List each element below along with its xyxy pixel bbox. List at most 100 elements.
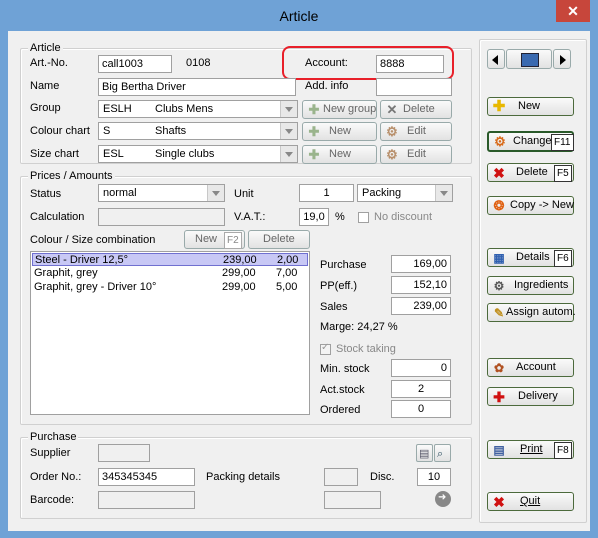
art-no-field[interactable]: call1003 [98, 55, 172, 73]
supplier-field[interactable] [98, 444, 150, 462]
gear-icon: ⚙ [386, 124, 398, 139]
list-item[interactable]: Steel - Driver 12,5° 239,00 2,00 [32, 253, 308, 266]
arrow-left-icon [492, 55, 498, 65]
marge-text: Marge: 24,27 % [320, 321, 398, 333]
copy-new-button[interactable]: ❂ Copy -> New [487, 196, 574, 215]
change-button[interactable]: ⚙ Change F11 [487, 131, 574, 152]
sales-label: Sales [320, 301, 348, 313]
chevron-down-icon[interactable] [207, 185, 224, 201]
supplier-print-button[interactable]: ▤ [416, 444, 433, 462]
calculation-field[interactable] [98, 208, 225, 226]
group-code: ESLH [103, 103, 132, 115]
edit-size-button[interactable]: ⚙ Edit [380, 145, 452, 164]
details-button-label: Details [516, 251, 550, 263]
x-icon: ✕ [386, 102, 398, 117]
ordered-field[interactable]: 0 [391, 400, 451, 418]
combination-new-button[interactable]: New F2 [184, 230, 245, 249]
row-name: Steel - Driver 12,5° [35, 254, 129, 266]
supplier-search-button[interactable]: ⌕ [434, 444, 451, 462]
chevron-down-icon[interactable] [280, 123, 297, 139]
ingredients-button-label: Ingredients [514, 279, 569, 291]
no-discount-checkbox[interactable] [358, 212, 369, 223]
order-no-label: Order No.: [30, 471, 82, 483]
chevron-down-icon[interactable] [280, 101, 297, 117]
edit-colour-button[interactable]: ⚙ Edit [380, 122, 452, 141]
row-qty: 5,00 [276, 281, 298, 293]
name-label: Name [30, 80, 60, 92]
combination-delete-button[interactable]: Delete [248, 230, 310, 249]
art-no-label: Art.-No. [30, 57, 68, 69]
group-combo[interactable]: ESLH Clubs Mens [98, 100, 298, 118]
new-colour-button[interactable]: ✚ New [302, 122, 377, 141]
chevron-down-icon[interactable] [435, 185, 452, 201]
row-price: 239,00 [223, 254, 257, 266]
x-icon: ✖ [493, 494, 505, 510]
new-group-label: New group [323, 103, 377, 115]
account-field[interactable]: 8888 [376, 55, 444, 73]
ingredients-button[interactable]: ⚙ Ingredients [487, 276, 574, 295]
account-button-label: Account [516, 361, 556, 373]
act-stock-field[interactable]: 2 [391, 380, 451, 398]
delivery-button[interactable]: ✚ Delivery [487, 387, 574, 406]
size-chart-combo[interactable]: ESL Single clubs [98, 145, 298, 163]
art-no-suffix: 0108 [186, 57, 211, 69]
percent-label: % [335, 211, 345, 223]
previous-button[interactable] [487, 49, 505, 69]
disc-label: Disc. [370, 471, 395, 483]
add-info-field[interactable] [376, 78, 452, 96]
disc-field[interactable]: 10 [417, 468, 451, 486]
barcode-field[interactable] [98, 491, 195, 509]
next-button[interactable] [553, 49, 571, 69]
quit-button[interactable]: ✖ Quit [487, 492, 574, 511]
new-button[interactable]: ✚ New [487, 97, 574, 116]
stock-taking-checkbox[interactable]: ✓ [320, 342, 331, 355]
gear-icon: ⚙ [494, 134, 506, 149]
delete-button-label: Delete [516, 166, 548, 178]
new-group-button[interactable]: ✚ New group [302, 100, 377, 119]
unit-label: Unit [234, 188, 254, 200]
plus-icon: ✚ [492, 98, 506, 115]
edit-colour-label: Edit [407, 125, 426, 137]
calculation-label: Calculation [30, 211, 85, 223]
packing-combo[interactable]: Packing [357, 184, 453, 202]
list-item[interactable]: Graphit, grey 299,00 7,00 [32, 267, 308, 280]
min-stock-field[interactable]: 0 [391, 359, 451, 377]
row-price: 299,00 [222, 267, 256, 279]
assign-auto-button[interactable]: ✎ Assign autom. [487, 303, 576, 322]
chevron-down-icon[interactable] [280, 146, 297, 162]
row-name: Graphit, grey [34, 267, 98, 279]
colour-chart-combo[interactable]: S Shafts [98, 122, 298, 140]
gear-icon: ⚙ [386, 147, 398, 162]
purchase-price-label: Purchase [320, 259, 367, 271]
delete-group-button[interactable]: ✕ Delete [380, 100, 452, 119]
size-code: ESL [103, 148, 124, 160]
combination-list[interactable]: Steel - Driver 12,5° 239,00 2,00 Graphit… [30, 251, 310, 415]
pp-eff-field[interactable]: 152,10 [391, 276, 451, 294]
colour-name: Shafts [155, 125, 187, 137]
unit-field[interactable]: 1 [299, 184, 354, 202]
order-no-field[interactable]: 345345345 [98, 468, 195, 486]
delete-button[interactable]: ✖ Delete F5 [487, 163, 574, 182]
sales-field[interactable]: 239,00 [391, 297, 451, 315]
list-item[interactable]: Graphit, grey - Driver 10° 299,00 5,00 [32, 281, 308, 294]
f11-key-badge: F11 [551, 134, 574, 151]
details-button[interactable]: ▦ Details F6 [487, 248, 574, 267]
barcode-extra-field[interactable] [324, 491, 381, 509]
f2-key-badge: F2 [224, 232, 242, 249]
new-size-button[interactable]: ✚ New [302, 145, 377, 164]
combination-new-label: New [195, 233, 218, 245]
status-combo[interactable]: normal [98, 184, 225, 202]
stock-taking-label: Stock taking [336, 343, 396, 355]
barcode-action-icon[interactable]: ➜ [435, 491, 451, 507]
account-button[interactable]: ✿ Account [487, 358, 574, 377]
close-button[interactable]: ✕ [556, 0, 590, 22]
colour-code: S [103, 125, 111, 137]
size-name: Single clubs [155, 148, 215, 160]
print-preview-button[interactable] [506, 49, 552, 69]
vat-field[interactable]: 19,0 [299, 208, 329, 226]
size-chart-label: Size chart [30, 148, 79, 160]
purchase-price-field[interactable]: 169,00 [391, 255, 451, 273]
name-field[interactable]: Big Bertha Driver [98, 78, 296, 96]
packing-details-field[interactable] [324, 468, 358, 486]
print-button[interactable]: ▤ Print F8 [487, 440, 574, 459]
